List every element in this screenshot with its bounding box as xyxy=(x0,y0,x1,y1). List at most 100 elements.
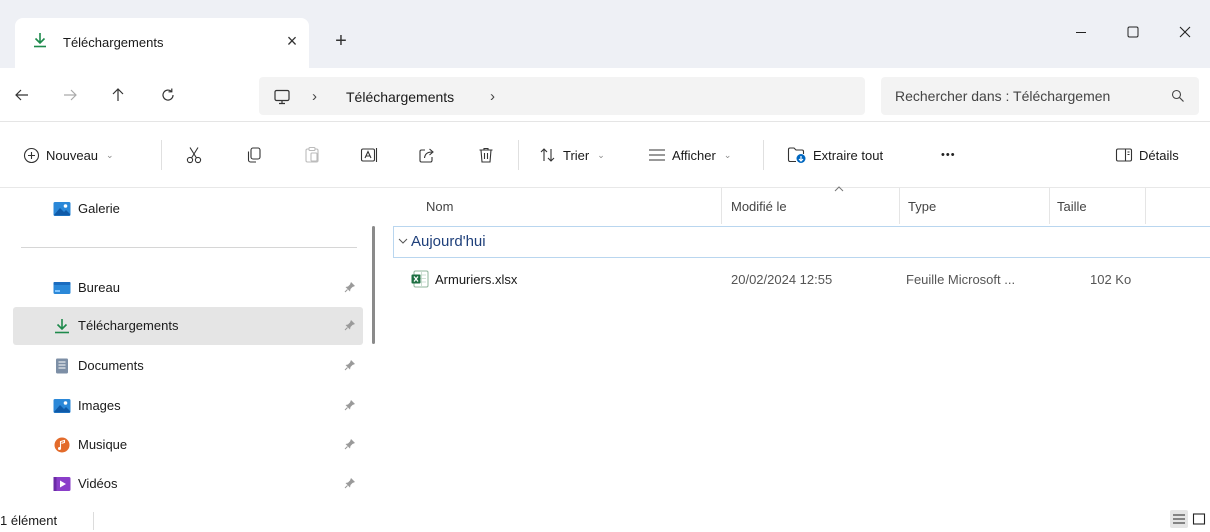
column-separator[interactable] xyxy=(1049,188,1050,224)
new-label: Nouveau xyxy=(46,147,99,163)
pin-icon[interactable] xyxy=(344,319,356,331)
more-options-button[interactable]: ••• xyxy=(941,144,956,166)
large-icons-view-icon xyxy=(1192,513,1206,525)
view-button[interactable]: Afficher ⌄ xyxy=(648,144,731,166)
sidebar-item-label: Téléchargements xyxy=(78,318,179,333)
pin-icon[interactable] xyxy=(344,399,356,411)
search-box[interactable] xyxy=(881,77,1199,115)
sidebar-item-music[interactable]: Musique xyxy=(13,426,363,464)
extract-all-button[interactable]: Extraire tout xyxy=(787,144,883,166)
file-row[interactable]: Armuriers.xlsx 20/02/2024 12:55 Feuille … xyxy=(393,265,1210,295)
file-name: Armuriers.xlsx xyxy=(435,272,518,287)
view-lines-icon xyxy=(648,148,666,162)
pin-icon[interactable] xyxy=(344,359,356,371)
share-icon xyxy=(418,146,436,164)
sidebar-item-desktop[interactable]: Bureau xyxy=(13,269,363,307)
share-button[interactable] xyxy=(418,144,436,166)
column-header-size[interactable]: Taille xyxy=(1057,188,1087,224)
sort-button[interactable]: Trier ⌄ xyxy=(539,144,605,166)
plus-circle-icon xyxy=(23,147,40,164)
navigation-pane: Galerie Bureau Téléchargements Documents xyxy=(0,188,372,508)
sort-ascending-icon xyxy=(834,186,844,192)
download-icon xyxy=(32,32,48,48)
new-button[interactable]: Nouveau ⌄ xyxy=(23,144,114,166)
sidebar-item-images[interactable]: Images xyxy=(13,387,363,425)
pin-icon[interactable] xyxy=(344,281,356,293)
minimize-button[interactable] xyxy=(1058,16,1104,48)
copy-icon xyxy=(245,146,263,164)
search-input[interactable] xyxy=(895,77,1155,115)
chevron-down-icon: ⌄ xyxy=(597,149,605,160)
sidebar-item-label: Documents xyxy=(78,358,144,373)
column-header-name[interactable]: Nom xyxy=(426,188,453,224)
music-icon xyxy=(53,437,71,453)
new-tab-button[interactable]: + xyxy=(330,30,352,52)
column-separator[interactable] xyxy=(1145,188,1146,224)
details-label: Détails xyxy=(1139,147,1179,163)
file-list: Nom Modifié le Type Taille Aujourd'hui A… xyxy=(385,186,1210,508)
close-window-button[interactable] xyxy=(1162,16,1208,48)
group-header-today[interactable]: Aujourd'hui xyxy=(393,226,1210,258)
breadcrumb-separator[interactable]: › xyxy=(490,88,495,105)
breadcrumb-separator[interactable]: › xyxy=(312,88,317,105)
maximize-icon xyxy=(1127,26,1139,38)
sidebar-scrollbar[interactable] xyxy=(372,226,375,344)
chevron-down-icon xyxy=(398,238,408,244)
tab-downloads[interactable]: Téléchargements × xyxy=(15,18,309,68)
more-icon: ••• xyxy=(941,149,956,161)
copy-button[interactable] xyxy=(245,144,263,166)
refresh-icon xyxy=(160,87,176,103)
maximize-button[interactable] xyxy=(1110,16,1156,48)
search-icon xyxy=(1171,89,1185,103)
column-header-modified[interactable]: Modifié le xyxy=(731,188,787,224)
arrow-up-icon xyxy=(110,87,126,103)
videos-icon xyxy=(53,476,71,492)
file-modified: 20/02/2024 12:55 xyxy=(731,272,833,287)
tab-title: Téléchargements xyxy=(63,35,164,50)
title-bar: Téléchargements × + xyxy=(0,0,1210,68)
column-separator[interactable] xyxy=(899,188,900,224)
breadcrumb-downloads[interactable]: Téléchargements xyxy=(346,89,454,105)
extract-all-label: Extraire tout xyxy=(813,147,884,163)
close-icon: × xyxy=(286,30,298,51)
column-header-type[interactable]: Type xyxy=(908,188,936,224)
pin-icon[interactable] xyxy=(344,477,356,489)
group-label: Aujourd'hui xyxy=(411,233,486,250)
sidebar-item-downloads[interactable]: Téléchargements xyxy=(13,307,363,345)
sidebar-item-videos[interactable]: Vidéos xyxy=(13,465,363,503)
up-button[interactable] xyxy=(103,80,133,110)
sidebar-item-label: Bureau xyxy=(78,280,120,295)
command-bar: Nouveau ⌄ Trier ⌄ Afficher ⌄ Extraire to… xyxy=(0,122,1210,188)
sort-icon xyxy=(539,147,557,163)
extract-folder-icon xyxy=(787,146,807,164)
details-button[interactable]: Détails xyxy=(1115,144,1179,166)
images-icon xyxy=(53,398,71,414)
refresh-button[interactable] xyxy=(153,80,183,110)
trash-icon xyxy=(477,146,495,164)
address-bar: › Téléchargements › xyxy=(0,68,1210,122)
column-separator[interactable] xyxy=(721,188,722,224)
tab-close-button[interactable]: × xyxy=(281,30,303,52)
sidebar-item-documents[interactable]: Documents xyxy=(13,347,363,385)
arrow-right-icon xyxy=(62,87,78,103)
item-count: 1 élément xyxy=(0,513,58,528)
pin-icon[interactable] xyxy=(344,438,356,450)
details-view-button[interactable] xyxy=(1170,510,1188,528)
sidebar-item-label: Galerie xyxy=(78,201,120,216)
back-button[interactable] xyxy=(7,80,37,110)
forward-button[interactable] xyxy=(55,80,85,110)
delete-button[interactable] xyxy=(477,144,495,166)
tiles-view-button[interactable] xyxy=(1190,510,1208,528)
download-icon xyxy=(53,318,71,334)
details-pane-icon xyxy=(1115,147,1133,163)
sidebar-item-label: Images xyxy=(78,398,121,413)
desktop-icon xyxy=(53,280,71,296)
status-divider xyxy=(93,512,94,530)
rename-icon xyxy=(360,146,378,164)
sidebar-item-gallery[interactable]: Galerie xyxy=(13,190,363,228)
cut-button[interactable] xyxy=(185,144,203,166)
address-path[interactable]: › Téléchargements › xyxy=(259,77,865,115)
rename-button[interactable] xyxy=(360,144,378,166)
paste-button[interactable] xyxy=(303,144,321,166)
toolbar-divider xyxy=(161,140,162,170)
